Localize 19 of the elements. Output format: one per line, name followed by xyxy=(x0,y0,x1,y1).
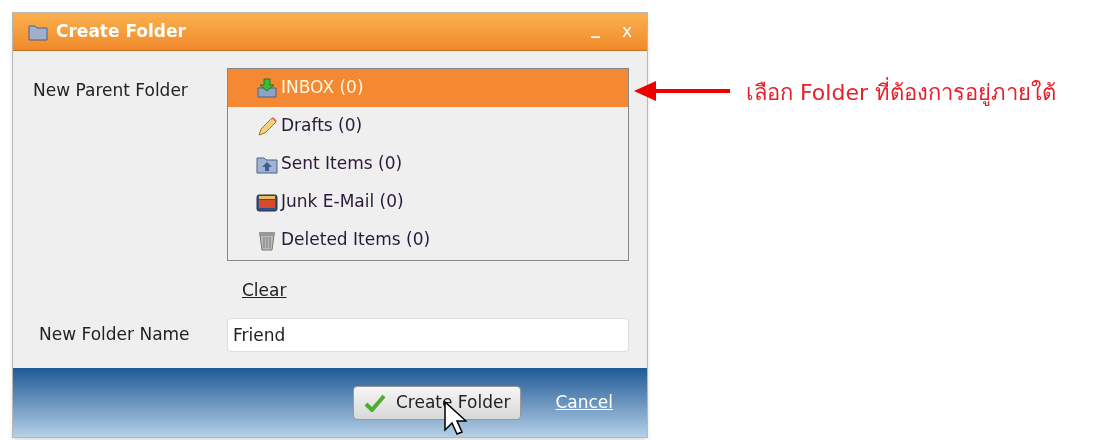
folder-item[interactable]: Drafts (0) xyxy=(228,107,628,145)
folder-name-field[interactable]: Friend xyxy=(227,317,629,352)
folder-list[interactable]: INBOX (0) Drafts (0) Sent Items (0) Junk E-Mail (0) Deleted Items (0) xyxy=(227,68,629,261)
folder-item[interactable]: Sent Items (0) xyxy=(228,145,628,183)
field-label: New Folder Name xyxy=(38,322,191,346)
can-icon xyxy=(256,191,278,213)
folder-item[interactable]: Junk E-Mail (0) xyxy=(228,183,628,221)
folder-item[interactable]: Deleted Items (0) xyxy=(228,221,628,259)
inbox-tray-icon xyxy=(256,77,278,99)
annotation-text: เลือก Folder ที่ต้องการอยู่ภายใต้ xyxy=(746,76,1056,109)
create-folder-button[interactable]: Create Folder xyxy=(352,385,522,420)
check-icon xyxy=(363,393,386,412)
field-label: New Parent Folder xyxy=(32,79,189,102)
trash-can-icon xyxy=(256,229,278,251)
window-title: Create Folder xyxy=(56,19,186,43)
clear-link[interactable]: Clear xyxy=(242,280,287,300)
pencil-icon xyxy=(256,115,278,137)
folder-icon xyxy=(28,22,48,41)
arrow-icon xyxy=(632,80,732,102)
